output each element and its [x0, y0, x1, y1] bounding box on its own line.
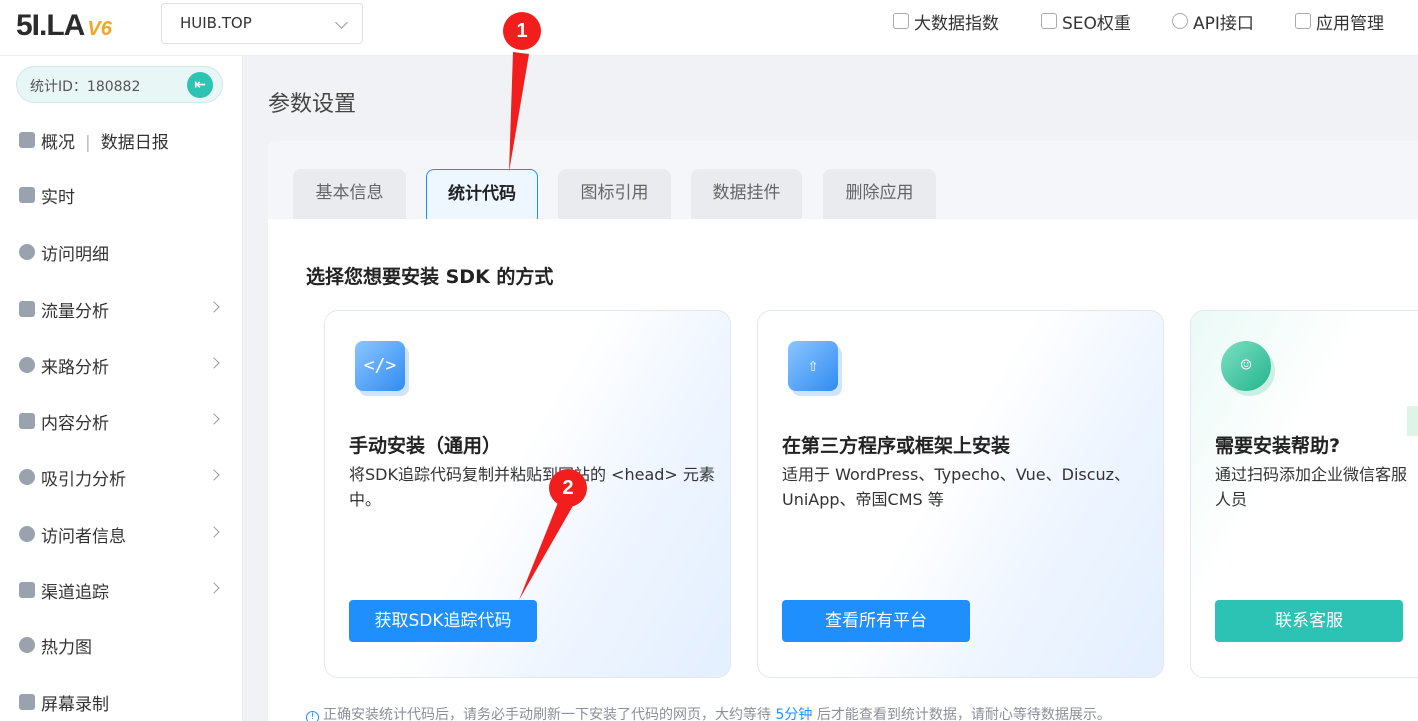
top-bar: 5I.LA V6 HUIB.TOP 大数据指数 SEO权重 API接口 应用管理 — [0, 0, 1418, 56]
card-title: 手动安装（通用） — [349, 435, 502, 457]
support-icon: ☺ — [1221, 341, 1271, 391]
chevron-right-icon — [208, 526, 220, 538]
sidebar-item-label: 访问者信息 — [41, 527, 126, 547]
topnav-api[interactable]: API接口 — [1172, 10, 1254, 34]
sidebar-item-label: 屏幕录制 — [41, 695, 109, 715]
topnav-label: API接口 — [1193, 13, 1254, 34]
sidebar-item-label: 实时 — [41, 188, 75, 208]
topnav-seo[interactable]: SEO权重 — [1041, 10, 1131, 34]
sidebar-item-attraction[interactable]: 吸引力分析 — [0, 456, 243, 496]
sdk-section-title: 选择您想要安装 SDK 的方式 — [306, 266, 554, 288]
stat-id-pill: 统计ID：180882 ⇤ — [16, 66, 223, 103]
chevron-right-icon — [208, 413, 220, 425]
topnav-label: 大数据指数 — [914, 13, 999, 34]
info-icon: ! — [306, 711, 319, 721]
sidebar-item-channel[interactable]: 渠道追踪 — [0, 569, 243, 609]
cube-icon — [1295, 13, 1311, 29]
sidebar-item-visit-details[interactable]: 访问明细 — [0, 231, 243, 271]
card-description: 通过扫码添加企业微信客服人员 — [1215, 465, 1408, 509]
monitor-icon — [19, 301, 35, 317]
watch-icon — [19, 187, 35, 203]
sidebar-item-label: 吸引力分析 — [41, 470, 126, 490]
chevron-right-icon — [208, 469, 220, 481]
sidebar-item-label: 来路分析 — [41, 358, 109, 378]
card-manual-install: </> 手动安装（通用） 将SDK追踪代码复制并粘贴到网站的 <head> 元素… — [324, 310, 731, 678]
tab-delete-app[interactable]: 删除应用 — [823, 169, 936, 219]
install-footnote: ! 正确安装统计代码后，请务必手动刷新一下安装了代码的网页，大约等待 5分钟 后才… — [306, 704, 1111, 721]
sidebar-item-screen-record[interactable]: 屏幕录制 — [0, 681, 243, 721]
tab-icon-reference[interactable]: 图标引用 — [558, 169, 671, 219]
annotation-marker-2: 2 — [549, 469, 587, 507]
card-title: 需要安装帮助? — [1215, 435, 1341, 457]
chevron-right-icon — [208, 357, 220, 369]
sidebar-item-visitor[interactable]: 访问者信息 — [0, 513, 243, 553]
sidebar: 统计ID：180882 ⇤ 概况 | 数据日报 实时 访问明细 流量分析 来路分析 … — [0, 56, 243, 721]
sidebar-item-label: 热力图 — [41, 638, 92, 658]
chevron-right-icon — [208, 301, 220, 313]
channel-icon — [19, 582, 35, 598]
view-all-platforms-button[interactable]: 查看所有平台 — [782, 600, 970, 642]
disc-icon — [19, 244, 35, 260]
card-description: 将SDK追踪代码复制并粘贴到网站的 <head> 元素中。 — [349, 465, 715, 509]
sidebar-item-traffic[interactable]: 流量分析 — [0, 288, 243, 328]
wait-time: 5分钟 — [775, 707, 813, 721]
card-title: 在第三方程序或框架上安装 — [782, 435, 1011, 457]
card-install-help: ☺ 需要安装帮助? 通过扫码添加企业微信客服人员 联系客服 — [1190, 310, 1418, 678]
logo-text: 5I.LA — [16, 9, 85, 42]
stat-id-text: 统计ID：180882 — [30, 79, 141, 95]
sidebar-item-content[interactable]: 内容分析 — [0, 400, 243, 440]
link-icon — [1172, 13, 1188, 29]
contact-support-button[interactable]: 联系客服 — [1215, 600, 1403, 642]
tab-stat-code[interactable]: 统计代码 — [426, 169, 538, 219]
chat-icon — [19, 526, 35, 542]
code-file-icon: </> — [355, 341, 405, 391]
sidebar-item-label: 流量分析 — [41, 302, 109, 322]
image-icon — [1041, 13, 1057, 29]
pie-icon — [19, 469, 35, 485]
home-icon — [19, 132, 35, 148]
topnav-app-manage[interactable]: 应用管理 — [1295, 10, 1384, 34]
dots-icon — [19, 357, 35, 373]
site-select[interactable]: HUIB.TOP — [161, 3, 363, 44]
topnav-label: SEO权重 — [1062, 13, 1131, 34]
chart-icon — [893, 13, 909, 29]
sidebar-item-overview[interactable]: 概况 | 数据日报 — [0, 119, 243, 159]
sidebar-item-label: 渠道追踪 — [41, 583, 109, 603]
sidebar-item-heatmap[interactable]: 热力图 — [0, 624, 243, 664]
collapse-sidebar-icon[interactable]: ⇤ — [187, 72, 213, 98]
sidebar-item-daily-report[interactable]: 数据日报 — [101, 133, 169, 153]
sidebar-item-label: 访问明细 — [41, 245, 109, 265]
tab-data-widget[interactable]: 数据挂件 — [691, 169, 802, 219]
sidebar-item-referrer[interactable]: 来路分析 — [0, 344, 243, 384]
topnav-big-data[interactable]: 大数据指数 — [893, 10, 999, 34]
qr-decoration — [1407, 406, 1418, 436]
sidebar-item-realtime[interactable]: 实时 — [0, 174, 243, 214]
upload-icon: ⇧ — [788, 341, 838, 391]
sidebar-item-label: 内容分析 — [41, 414, 109, 434]
sidebar-item-label[interactable]: 概况 — [41, 133, 75, 153]
heatmap-icon — [19, 637, 35, 653]
logo-version: V6 — [87, 18, 112, 40]
logo[interactable]: 5I.LA V6 — [16, 8, 112, 47]
content-icon — [19, 413, 35, 429]
site-select-value: HUIB.TOP — [180, 14, 252, 32]
card-third-party-install: ⇧ 在第三方程序或框架上安装 适用于 WordPress、Typecho、Vue… — [757, 310, 1164, 678]
get-sdk-code-button[interactable]: 获取SDK追踪代码 — [349, 600, 537, 642]
topnav-label: 应用管理 — [1316, 13, 1384, 34]
annotation-marker-1: 1 — [503, 12, 541, 50]
tab-basic-info[interactable]: 基本信息 — [293, 169, 406, 219]
card-description: 适用于 WordPress、Typecho、Vue、Discuz、UniApp、… — [782, 465, 1131, 509]
chevron-right-icon — [208, 582, 220, 594]
chevron-down-icon — [335, 16, 348, 29]
record-icon — [19, 694, 35, 710]
page-title: 参数设置 — [268, 92, 357, 117]
